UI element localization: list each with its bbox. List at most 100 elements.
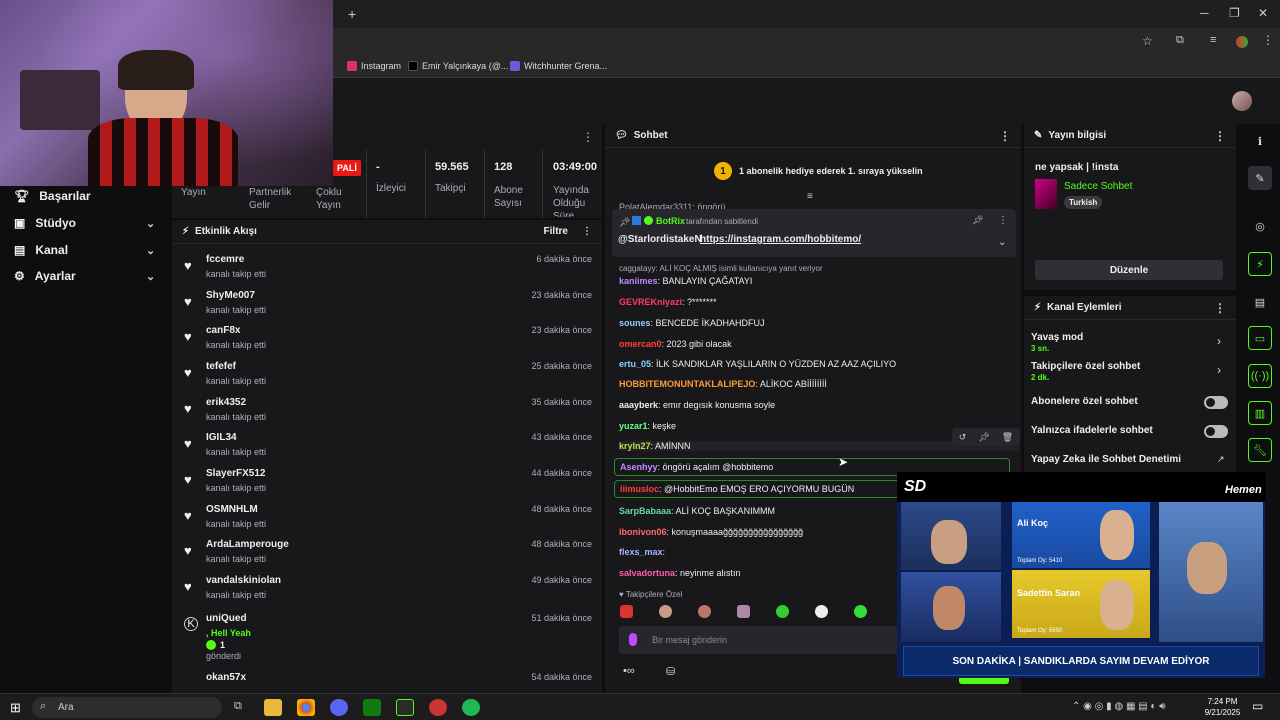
layout-icon[interactable]: ▥ [1248, 401, 1272, 425]
filter-button[interactable]: Filtre [544, 226, 568, 237]
chat-username[interactable]: ibonivon06 [619, 527, 667, 537]
activity-item[interactable]: ♥ SlayerFX512 kanalı takip etti 44 dakika ö… [180, 468, 600, 502]
kebab-icon[interactable]: ⋮ [998, 215, 1008, 226]
nav-item-achievements[interactable]: 🏆︎ Başarılar [14, 189, 91, 203]
chat-message[interactable]: aaayberk: emır degısık konusma soyle [619, 400, 775, 410]
chat-username[interactable]: GEVREKniyazi [619, 297, 682, 307]
chat-username[interactable]: sounes [619, 318, 651, 328]
clock[interactable]: 7:24 PM 9/21/2025 [1200, 696, 1245, 718]
chat-bubble-icon[interactable]: ▭ [1248, 326, 1272, 350]
chat-username[interactable]: salvadortuna [619, 568, 675, 578]
bookmark-witchhunter[interactable]: Witchhunter Grena... [510, 61, 607, 71]
bookmark-instagram[interactable]: Instagram [347, 61, 401, 71]
wrench-icon[interactable]: 🔧︎ [1248, 438, 1272, 462]
chat-message[interactable]: omercan0: 2023 gibi olacak [619, 339, 732, 349]
nav-item-settings[interactable]: ⚙ Ayarlar ⌄ [14, 269, 155, 283]
chevron-down-icon[interactable]: ≡ [807, 191, 813, 202]
kebab-icon[interactable]: ⋮ [999, 129, 1011, 143]
chat-message[interactable]: ertu_05: İLK SANDIKLAR YAŞLILARIN O YÜZD… [619, 359, 896, 369]
activity-item[interactable]: ♥ IGIL34 kanalı takip etti 43 dakika önce [180, 432, 600, 466]
menu-icon[interactable]: ⋮ [1262, 33, 1274, 47]
kebab-icon[interactable]: ⋮ [582, 226, 592, 237]
nav-item-channel[interactable]: ▤ Kanal ⌄ [14, 243, 155, 257]
restore-icon[interactable]: ❐ [1229, 6, 1240, 20]
windows-icon[interactable]: ⊞ [10, 700, 21, 716]
channel-action-item[interactable]: Abonelere özel sohbet [1031, 396, 1229, 420]
gift-banner[interactable]: 1 abonelik hediye ederek 1. sıraya yükse… [739, 166, 923, 176]
chat-message[interactable]: HOBBITEMONUNTAKLALIPEJO: ALİKOC ABİİİİİİ… [619, 379, 827, 389]
notification-icon[interactable]: ▭ [1252, 699, 1263, 713]
chat-username[interactable]: kaniimes [619, 276, 658, 286]
activity-item[interactable]: ♥ erik4352 kanalı takip etti 35 dakika önce [180, 397, 600, 431]
chat-username[interactable]: kryln27 [619, 441, 651, 451]
emote-icon[interactable] [659, 605, 672, 618]
chrome-icon[interactable] [297, 699, 315, 716]
edit-icon[interactable]: ✎ [1248, 166, 1272, 190]
chat-message[interactable]: yuzar1: keşke [619, 421, 676, 431]
tray-icons[interactable]: ⌃ ◉ ◎ ▮ ◍ ▦ ▤ ◐ 🔊︎ [1072, 701, 1166, 712]
xbox-icon[interactable] [363, 699, 381, 716]
pin-icon[interactable]: 📌︎ [978, 432, 989, 443]
activity-item[interactable]: ♥ vandalskiniolan kanalı takip etti 49 daki… [180, 575, 600, 609]
chat-username[interactable]: aaayberk [619, 400, 658, 410]
chat-username[interactable]: SarpBabaaa [619, 506, 671, 516]
pinned-link[interactable]: https://instagram.com/hobbitemo/ [700, 234, 861, 245]
kebab-icon[interactable]: ⋮ [1214, 129, 1226, 143]
chat-message[interactable]: sounes: BENCEDE İKADHAHDFUJ [619, 318, 765, 328]
chat-username[interactable]: ertu_05 [619, 359, 651, 369]
chat-username[interactable]: omercan0 [619, 339, 662, 349]
star-icon[interactable]: ☆ [1142, 34, 1153, 48]
minimize-icon[interactable]: ─ [1200, 6, 1209, 20]
activity-item-unique[interactable]: K uniQued , Hell Yeah 1 gönderdi 51 daki… [180, 613, 600, 663]
close-icon[interactable]: ✕ [1258, 6, 1268, 20]
kebab-icon[interactable]: ⋮ [582, 130, 594, 144]
chat-message[interactable]: kaniimes: BANLAYIN ÇAĞATAYI [619, 276, 752, 286]
emote-icon[interactable] [815, 605, 828, 618]
lightning-icon[interactable]: ⚡︎ [1248, 252, 1272, 276]
unpin-icon[interactable]: 📌︎ [972, 215, 983, 226]
info-icon[interactable]: ℹ [1248, 129, 1272, 153]
chat-username[interactable]: yuzar1 [619, 421, 648, 431]
chat-username[interactable]: iiimusloc [620, 484, 659, 494]
discord-icon[interactable] [330, 699, 348, 716]
activity-item[interactable]: ♥ ArdaLamperouge kanalı takip etti 48 dakik… [180, 539, 600, 573]
bookmark-x[interactable]: Emir Yalçınkaya (@... [408, 61, 508, 71]
emote-icon[interactable] [698, 605, 711, 618]
nav-item-studio[interactable]: ▣ Stüdyo ⌄ [14, 216, 155, 230]
chat-username[interactable]: HOBBITEMONUNTAKLALIPEJO [619, 379, 755, 389]
avatar[interactable] [1232, 91, 1252, 111]
channel-action-item[interactable]: Yavaş mod 3 sn. › [1031, 332, 1229, 356]
chat-message[interactable]: salvadortuna: neyinme alıstın [619, 568, 741, 578]
mic-icon[interactable] [629, 633, 637, 646]
toggle-switch[interactable] [1204, 396, 1228, 409]
reply-icon[interactable]: ↺ [959, 432, 967, 443]
app-icon[interactable] [396, 699, 414, 716]
channel-action-item[interactable]: Takipçilere özel sohbet 2 dk. › [1031, 361, 1229, 385]
explorer-icon[interactable] [264, 699, 282, 716]
pinned-message[interactable]: 📌︎ BotRix tarafından sabitlendi @Starlor… [612, 209, 1016, 257]
kebab-icon[interactable]: ⋮ [1214, 301, 1226, 315]
gift-icon[interactable]: ⛁ [666, 665, 675, 678]
chat-message[interactable]: GEVREKniyazi: ?******* [619, 297, 717, 307]
emote-icon[interactable] [854, 605, 867, 618]
chat-message[interactable]: ibonivon06: konuşmaaaağğğğğğğğğğğğğğğğ [619, 527, 803, 537]
stream-category[interactable]: Sadece Sohbet [1064, 181, 1132, 192]
document-icon[interactable]: ▤ [1248, 290, 1272, 314]
new-tab-button[interactable]: + [348, 6, 356, 22]
chevron-down-icon[interactable]: ⌄ [998, 237, 1006, 248]
chat-username[interactable]: flexs_max [619, 547, 663, 557]
broadcast-icon[interactable]: ((·)) [1248, 364, 1272, 388]
spotify-icon[interactable] [462, 699, 480, 716]
activity-item[interactable]: ♥ ShyMe007 kanalı takip etti 23 dakika önce [180, 290, 600, 324]
emote-icon[interactable] [620, 605, 633, 618]
activity-item[interactable]: ♥ canF8x kanalı takip etti 23 dakika önce [180, 325, 600, 359]
emote-icon[interactable] [737, 605, 750, 618]
taskbar-search[interactable]: ⌕ Ara [32, 697, 222, 718]
delete-icon[interactable]: 🗑︎ [1002, 432, 1013, 443]
task-view-icon[interactable]: ⧉ [234, 700, 242, 713]
chat-input[interactable]: Bir mesaj gönderin [619, 626, 909, 654]
obs-icon[interactable] [429, 699, 447, 716]
emote-icon[interactable] [776, 605, 789, 618]
profile-icon[interactable] [1236, 36, 1248, 48]
chat-message[interactable]: SarpBabaaa: ALİ KOÇ BAŞKANIMMM [619, 506, 775, 516]
